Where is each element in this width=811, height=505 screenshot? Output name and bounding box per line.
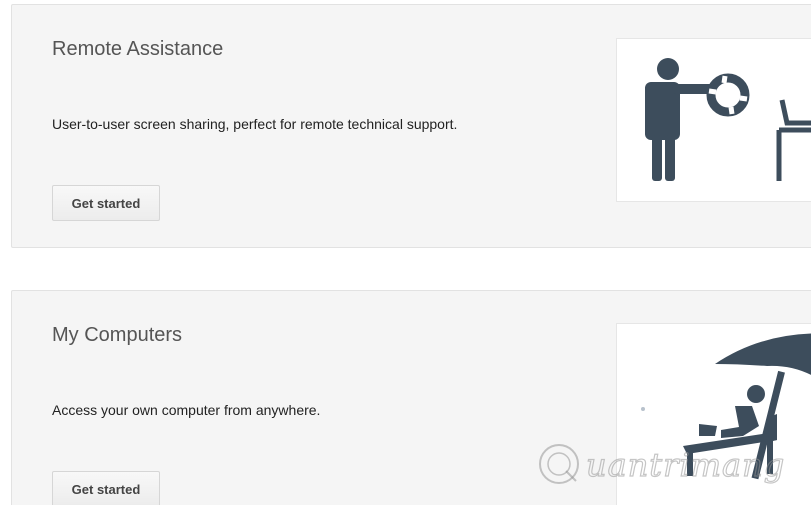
- page: Remote Assistance User-to-user screen sh…: [0, 0, 811, 505]
- remote-assistance-description: User-to-user screen sharing, perfect for…: [52, 116, 458, 132]
- my-computers-title: My Computers: [52, 324, 183, 346]
- remote-assistance-card: Remote Assistance User-to-user screen sh…: [11, 4, 811, 248]
- my-computers-card: My Computers Access your own computer fr…: [11, 290, 811, 505]
- remote-assistance-get-started-button[interactable]: Get started: [52, 185, 160, 221]
- person-lifebuoy-laptop-icon: [616, 38, 811, 202]
- beach-umbrella-laptop-icon: [616, 323, 811, 505]
- my-computers-description: Access your own computer from anywhere.: [52, 402, 321, 418]
- remote-assistance-title: Remote Assistance: [52, 38, 224, 60]
- my-computers-get-started-button[interactable]: Get started: [52, 471, 160, 505]
